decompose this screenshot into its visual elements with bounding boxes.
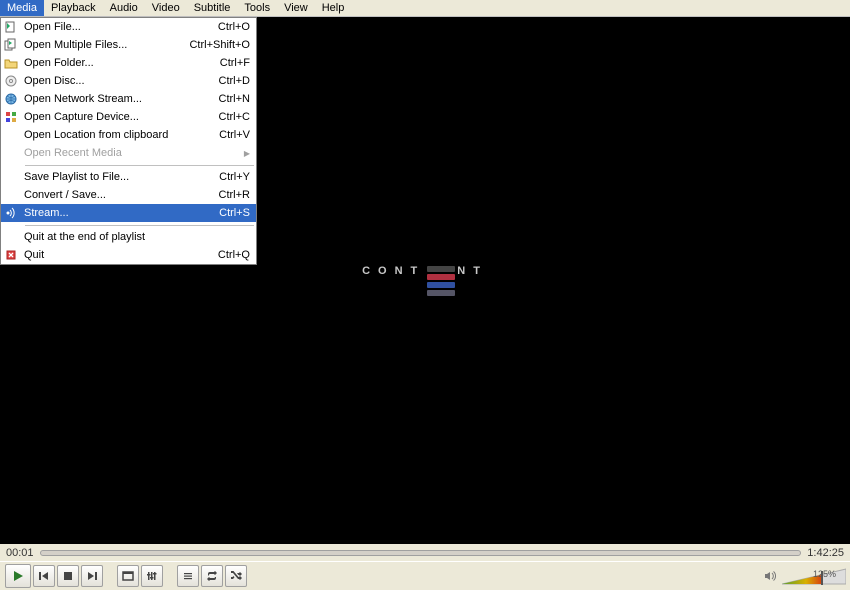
menu-shortcut: Ctrl+S [219,207,250,219]
menu-separator [25,165,254,166]
controls-toolbar: 125% [0,561,850,590]
menubar-item-audio[interactable]: Audio [103,0,145,16]
menu-label: Open Capture Device... [24,111,219,123]
menu-open-recent: Open Recent Media ▶ [1,144,256,162]
menu-label: Open Multiple Files... [24,39,189,51]
menu-open-folder[interactable]: Open Folder... Ctrl+F [1,54,256,72]
menu-stream[interactable]: Stream... Ctrl+S [1,204,256,222]
previous-button[interactable] [33,565,55,587]
seek-bar-row: 00:01 1:42:25 [0,544,850,561]
menubar-item-view[interactable]: View [277,0,315,16]
menu-label: Open Recent Media [24,147,240,159]
menu-shortcut: Ctrl+Y [219,171,250,183]
volume-slider[interactable]: 125% [782,567,846,585]
menu-quit[interactable]: Quit Ctrl+Q [1,246,256,264]
menu-label: Open File... [24,21,218,33]
menu-open-multiple[interactable]: Open Multiple Files... Ctrl+Shift+O [1,36,256,54]
menu-label: Open Location from clipboard [24,129,219,141]
files-icon [3,37,19,53]
loop-button[interactable] [201,565,223,587]
menu-save-playlist[interactable]: Save Playlist to File... Ctrl+Y [1,168,256,186]
media-dropdown: Open File... Ctrl+O Open Multiple Files.… [0,17,257,265]
menu-label: Open Network Stream... [24,93,219,105]
time-total: 1:42:25 [807,547,844,559]
menubar-item-video[interactable]: Video [145,0,187,16]
blank-icon [3,187,19,203]
menu-open-capture[interactable]: Open Capture Device... Ctrl+C [1,108,256,126]
file-icon [3,19,19,35]
menubar: Media Playback Audio Video Subtitle Tool… [0,0,850,17]
blank-icon [3,229,19,245]
menu-open-clipboard[interactable]: Open Location from clipboard Ctrl+V [1,126,256,144]
menubar-item-subtitle[interactable]: Subtitle [187,0,238,16]
menu-open-file[interactable]: Open File... Ctrl+O [1,18,256,36]
menubar-item-tools[interactable]: Tools [237,0,277,16]
blank-icon [3,169,19,185]
menu-shortcut: Ctrl+R [219,189,250,201]
logo-bars-icon [427,265,455,297]
menu-shortcut: Ctrl+V [219,129,250,141]
menu-open-disc[interactable]: Open Disc... Ctrl+D [1,72,256,90]
time-elapsed: 00:01 [6,547,34,559]
network-icon [3,91,19,107]
menu-label: Quit at the end of playlist [24,231,250,243]
volume-area: 125% [761,565,846,587]
playlist-button[interactable] [177,565,199,587]
mute-button[interactable] [762,565,778,587]
menu-separator [25,225,254,226]
stop-button[interactable] [57,565,79,587]
extended-settings-button[interactable] [141,565,163,587]
menu-label: Open Disc... [24,75,219,87]
menu-label: Convert / Save... [24,189,219,201]
menu-label: Save Playlist to File... [24,171,219,183]
menu-shortcut: Ctrl+N [219,93,250,105]
logo-text-left: CONT [362,265,425,297]
menu-shortcut: Ctrl+D [219,75,250,87]
folder-icon [3,55,19,71]
capture-icon [3,109,19,125]
blank-icon [3,127,19,143]
next-button[interactable] [81,565,103,587]
menubar-item-help[interactable]: Help [315,0,352,16]
menu-open-network[interactable]: Open Network Stream... Ctrl+N [1,90,256,108]
menu-shortcut: Ctrl+Shift+O [189,39,250,51]
stream-icon [3,205,19,221]
play-button[interactable] [5,564,31,588]
content-logo: CONT NT [362,265,488,297]
menu-shortcut: Ctrl+C [219,111,250,123]
menu-label: Open Folder... [24,57,220,69]
menu-convert[interactable]: Convert / Save... Ctrl+R [1,186,256,204]
fullscreen-button[interactable] [117,565,139,587]
menu-label: Stream... [24,207,219,219]
menu-quit-end[interactable]: Quit at the end of playlist [1,228,256,246]
chevron-right-icon: ▶ [244,149,250,158]
blank-icon [3,145,19,161]
volume-percent: 125% [813,569,836,579]
menu-label: Quit [24,249,218,261]
menubar-item-media[interactable]: Media [0,0,44,16]
menubar-item-playback[interactable]: Playback [44,0,103,16]
menu-shortcut: Ctrl+F [220,57,250,69]
seek-slider[interactable] [40,550,802,556]
logo-text-right: NT [457,265,488,297]
quit-icon [3,247,19,263]
menu-shortcut: Ctrl+O [218,21,250,33]
shuffle-button[interactable] [225,565,247,587]
disc-icon [3,73,19,89]
menu-shortcut: Ctrl+Q [218,249,250,261]
